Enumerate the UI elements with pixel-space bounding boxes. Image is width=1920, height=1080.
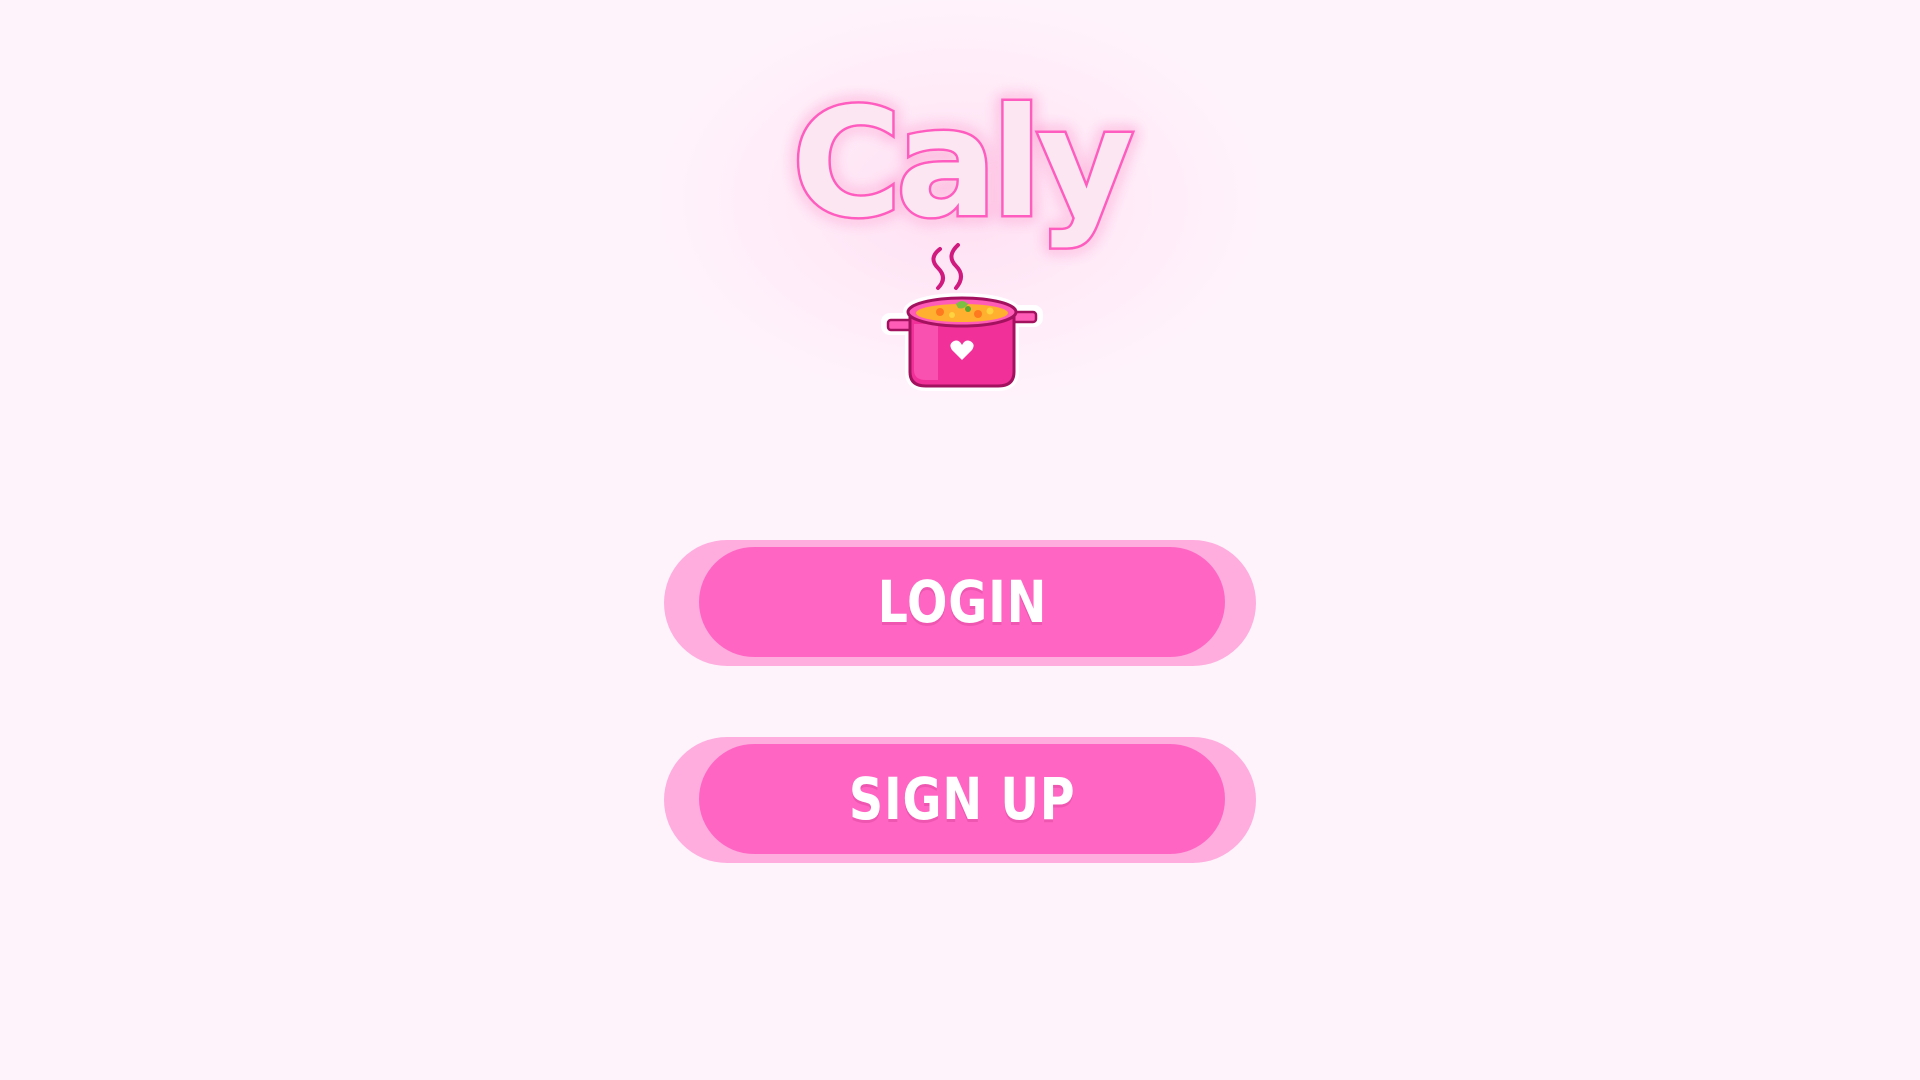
welcome-screen: Caly LOGIN SIGN UP xyxy=(0,0,1920,1080)
signup-button-face[interactable]: SIGN UP xyxy=(699,744,1225,854)
login-button-face[interactable]: LOGIN xyxy=(699,547,1225,657)
cooking-pot-icon xyxy=(878,232,1048,402)
signup-button-label: SIGN UP xyxy=(848,765,1076,833)
signup-button[interactable]: SIGN UP xyxy=(664,737,1256,863)
login-button[interactable]: LOGIN xyxy=(664,540,1256,666)
app-name: Caly xyxy=(792,77,1133,251)
login-button-label: LOGIN xyxy=(877,568,1047,636)
